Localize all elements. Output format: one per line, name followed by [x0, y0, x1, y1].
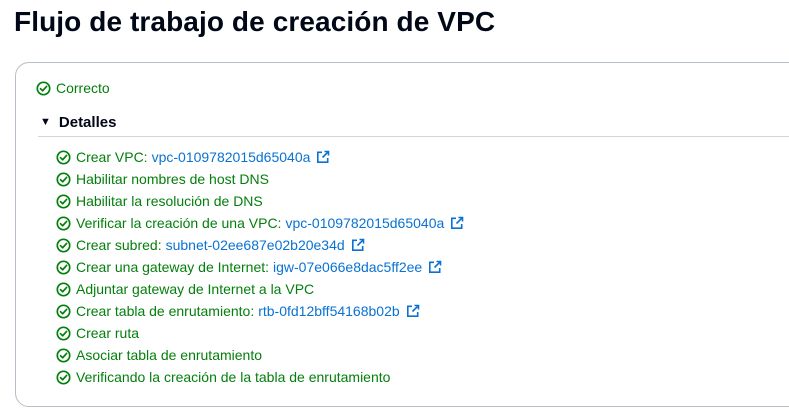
step-text: Adjuntar gateway de Internet a la VPC — [76, 281, 315, 297]
details-label: Detalles — [58, 114, 117, 131]
status-indicator: Correcto — [36, 80, 110, 96]
step-resource-link[interactable]: vpc-0109782015d65040a — [152, 149, 311, 165]
step-item: Verificar la creación de una VPC: vpc-010… — [56, 212, 464, 234]
step-resource-link[interactable]: igw-07e066e8dac5ff2ee — [273, 259, 422, 275]
step-text: Verificar la creación de una VPC: — [76, 215, 282, 231]
page-title: Flujo de trabajo de creación de VPC — [14, 6, 496, 37]
step-text: Crear subred: — [76, 237, 162, 253]
step-item: Habilitar la resolución de DNS — [56, 190, 464, 212]
caret-down-icon: ▼ — [40, 116, 51, 128]
external-link-icon[interactable] — [428, 260, 442, 274]
step-success-icon — [56, 347, 71, 363]
external-link-icon[interactable] — [406, 304, 420, 318]
details-divider — [38, 136, 789, 137]
step-resource-link[interactable]: vpc-0109782015d65040a — [285, 215, 444, 231]
step-success-icon — [56, 215, 71, 231]
step-item: Adjuntar gateway de Internet a la VPC — [56, 278, 464, 300]
workflow-panel: Correcto ▼ Detalles Crear VPC: vpc-010978… — [15, 62, 789, 407]
step-item: Verificando la creación de la tabla de e… — [56, 366, 464, 388]
step-success-icon — [56, 369, 71, 385]
status-label: Correcto — [56, 80, 110, 96]
step-text: Asociar tabla de enrutamiento — [76, 347, 262, 363]
step-success-icon — [56, 193, 71, 209]
step-item: Crear una gateway de Internet: igw-07e066… — [56, 256, 464, 278]
step-text: Crear VPC: — [76, 149, 148, 165]
step-item: Crear VPC: vpc-0109782015d65040a — [56, 146, 464, 168]
step-item: Crear ruta — [56, 322, 464, 344]
step-success-icon — [56, 259, 71, 275]
status-success-icon — [36, 80, 51, 96]
step-text: Crear una gateway de Internet: — [76, 259, 270, 275]
step-text: Crear tabla de enrutamiento: — [76, 303, 255, 319]
step-success-icon — [56, 281, 71, 297]
step-item: Crear subred: subnet-02ee687e02b20e34d — [56, 234, 464, 256]
details-toggle[interactable]: ▼ Detalles — [40, 114, 116, 131]
step-resource-link[interactable]: rtb-0fd12bff54168b02b — [258, 303, 399, 319]
external-link-icon[interactable] — [316, 150, 330, 164]
step-text: Habilitar nombres de host DNS — [76, 171, 269, 187]
step-text: Habilitar la resolución de DNS — [76, 193, 263, 209]
step-item: Habilitar nombres de host DNS — [56, 168, 464, 190]
step-resource-link[interactable]: subnet-02ee687e02b20e34d — [166, 237, 345, 253]
step-success-icon — [56, 325, 71, 341]
step-success-icon — [56, 237, 71, 253]
step-success-icon — [56, 303, 71, 319]
step-text: Crear ruta — [76, 325, 140, 341]
step-item: Crear tabla de enrutamiento: rtb-0fd12bff… — [56, 300, 464, 322]
external-link-icon[interactable] — [450, 216, 464, 230]
step-success-icon — [56, 171, 71, 187]
step-success-icon — [56, 149, 71, 165]
step-text: Verificando la creación de la tabla de e… — [76, 369, 391, 385]
steps-list: Crear VPC: vpc-0109782015d65040a Habilitar… — [56, 146, 464, 388]
step-item: Asociar tabla de enrutamiento — [56, 344, 464, 366]
external-link-icon[interactable] — [351, 238, 365, 252]
